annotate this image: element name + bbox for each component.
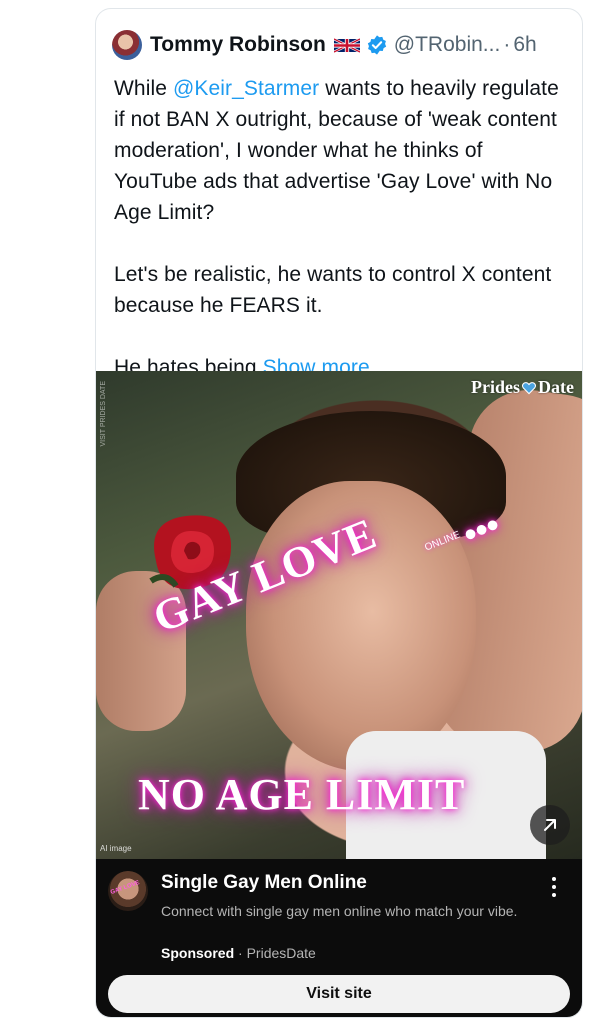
author-name[interactable]: Tommy Robinson xyxy=(150,33,326,57)
visit-site-button[interactable]: Visit site xyxy=(108,975,570,1013)
advertiser-avatar[interactable]: GAY LOVE xyxy=(108,871,148,911)
more-options-button[interactable] xyxy=(544,873,564,901)
ad-title[interactable]: Single Gay Men Online xyxy=(161,872,367,894)
brand-logo-left: Prides xyxy=(471,377,521,397)
more-dot-icon xyxy=(552,877,556,881)
avatar-text: GAY LOVE xyxy=(109,879,141,897)
verified-badge-icon xyxy=(367,35,386,55)
ai-image-label: AI image xyxy=(100,844,132,853)
tweet-paragraph-1: While @Keir_Starmer wants to heavily reg… xyxy=(114,73,569,228)
ad-panel: GAY LOVE Single Gay Men Online Connect w… xyxy=(96,859,582,1017)
meta-separator: · xyxy=(234,945,247,961)
time-separator: · xyxy=(503,33,511,56)
text-segment: While xyxy=(114,77,173,100)
uk-flag-icon xyxy=(333,37,360,53)
tweet-text: While @Keir_Starmer wants to heavily reg… xyxy=(114,73,569,383)
headline-no-age-limit: NO AGE LIMIT xyxy=(138,770,466,819)
arrow-up-right-icon xyxy=(544,819,556,831)
tweet-paragraph-2: Let's be realistic, he wants to control … xyxy=(114,263,552,317)
more-dot-icon xyxy=(552,885,556,889)
heart-icon xyxy=(522,381,537,394)
advertiser-name[interactable]: PridesDate xyxy=(247,945,316,961)
tweet-time[interactable]: 6h xyxy=(513,33,536,57)
ad-description: Connect with single gay men online who m… xyxy=(161,903,518,919)
ad-media-image[interactable]: VISIT PRIDES DATE Prides Date GAY LOVE O… xyxy=(96,371,582,859)
mention-link[interactable]: @Keir_Starmer xyxy=(173,77,319,100)
more-dot-icon xyxy=(552,893,556,897)
brand-logo: Prides Date xyxy=(471,377,574,398)
page: Tommy Robinson @TRobin... · 6h While @Ke… xyxy=(0,0,595,1024)
side-caption: VISIT PRIDES DATE xyxy=(100,381,107,447)
tweet-card[interactable]: Tommy Robinson @TRobin... · 6h While @Ke… xyxy=(95,8,583,1018)
tweet-header: Tommy Robinson @TRobin... · 6h xyxy=(112,29,568,61)
author-avatar[interactable] xyxy=(112,30,142,60)
open-link-button[interactable] xyxy=(530,805,570,845)
brand-logo-right: Date xyxy=(538,377,574,397)
ad-meta: Sponsored · PridesDate xyxy=(161,945,316,961)
author-handle[interactable]: @TRobin... xyxy=(394,33,501,57)
sponsored-label: Sponsored xyxy=(161,945,235,961)
